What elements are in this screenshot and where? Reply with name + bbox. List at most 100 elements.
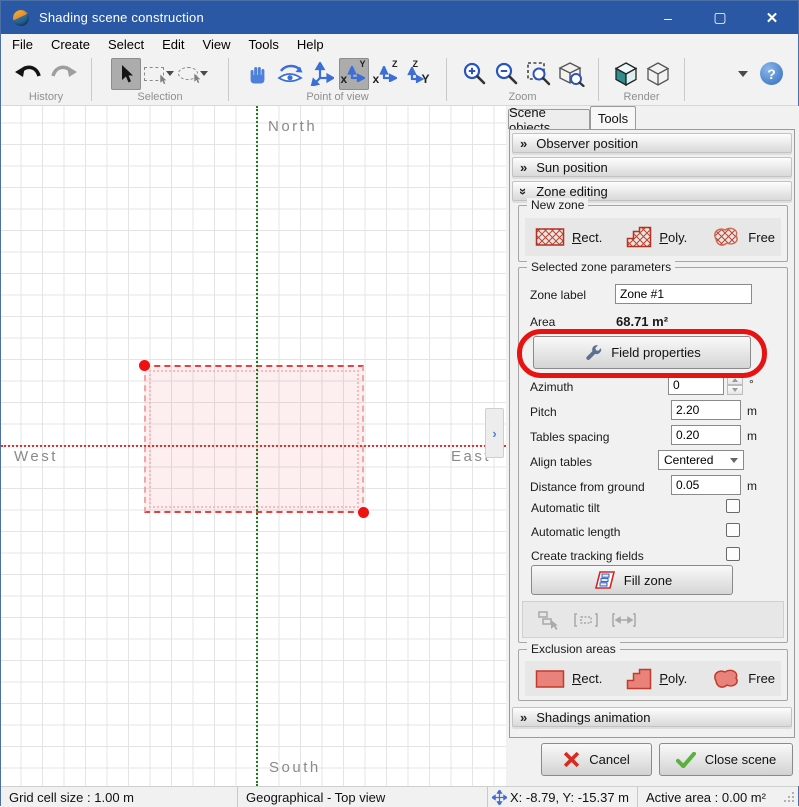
group-zoom: Zoom <box>447 54 598 106</box>
zoom-window-icon <box>526 61 552 87</box>
area-value: 68.71 m² <box>616 314 668 329</box>
pitch-input[interactable] <box>671 400 741 420</box>
view-top-button[interactable]: x Y <box>339 58 369 90</box>
tools-panel-content: » Observer position » Sun position » Zon… <box>509 129 795 738</box>
zone-rectangle[interactable] <box>144 365 364 513</box>
menu-view[interactable]: View <box>194 34 240 54</box>
zone-handle-bottom-right[interactable] <box>358 507 369 518</box>
zoom-in-button[interactable] <box>460 58 490 90</box>
zoom-out-icon <box>494 61 520 87</box>
field-properties-label: Field properties <box>611 345 701 360</box>
menu-tools[interactable]: Tools <box>239 34 287 54</box>
cancel-button[interactable]: Cancel <box>541 743 652 776</box>
fill-zone-button[interactable]: Fill zone <box>531 565 733 595</box>
exclusion-poly-button[interactable]: Poly. <box>626 668 687 690</box>
view-front-button[interactable]: x Z <box>371 58 401 90</box>
azimuth-spinner[interactable] <box>727 375 743 395</box>
zone-selection-outline <box>149 370 359 508</box>
zone-parameters-group-title: Selected zone parameters <box>527 260 675 274</box>
section-observer-position[interactable]: » Observer position <box>512 133 792 153</box>
menu-file[interactable]: File <box>3 34 42 54</box>
hatched-blob-icon <box>711 226 741 248</box>
menu-edit[interactable]: Edit <box>153 34 193 54</box>
selection-group-label: Selection <box>92 91 228 106</box>
exclusion-areas-group: Exclusion areas Rect. Poly. Free <box>518 649 788 701</box>
render-solid-button[interactable] <box>611 58 641 90</box>
undo-button[interactable] <box>13 58 45 90</box>
area-caption: Area <box>530 315 555 329</box>
titlebar: Shading scene construction – ▢ ✕ <box>1 1 798 34</box>
group-selection: Selection <box>92 54 228 106</box>
exclusion-poly-label: Poly. <box>659 671 687 686</box>
tab-scene-objects[interactable]: Scene objects <box>508 109 590 129</box>
exclusion-free-button[interactable]: Free <box>711 668 775 690</box>
tab-tools[interactable]: Tools <box>590 106 636 129</box>
render-wireframe-button[interactable] <box>643 58 673 90</box>
section-shadings-animation[interactable]: » Shadings animation <box>512 707 792 727</box>
distance-ground-input[interactable] <box>671 475 741 495</box>
new-zone-poly-label: Poly. <box>659 230 687 245</box>
lasso-select-dropdown-icon[interactable] <box>200 71 208 76</box>
lasso-select-button[interactable] <box>177 58 209 90</box>
new-zone-rect-button[interactable]: Rect. <box>535 227 602 247</box>
zone-label-caption: Zone label <box>530 288 586 302</box>
group-misc: ? <box>685 54 797 106</box>
scene-canvas[interactable]: North South West East › <box>1 106 506 786</box>
redo-icon <box>48 62 78 86</box>
pan-button[interactable] <box>243 58 273 90</box>
zoom-all-button[interactable] <box>556 58 586 90</box>
align-tables-select[interactable]: Centered <box>658 450 744 470</box>
zone-label-input[interactable] <box>615 284 752 304</box>
redo-button[interactable] <box>47 58 79 90</box>
cancel-x-icon <box>563 751 580 768</box>
axis-arrows-icon <box>347 66 365 82</box>
automatic-tilt-checkbox[interactable] <box>726 499 740 513</box>
zoom-out-button[interactable] <box>492 58 522 90</box>
new-zone-free-label: Free <box>748 230 775 245</box>
automatic-length-checkbox[interactable] <box>726 523 740 537</box>
zone-handle-top-left[interactable] <box>139 360 150 371</box>
menu-select[interactable]: Select <box>99 34 153 54</box>
window-title: Shading scene construction <box>39 10 204 25</box>
observer-view-button[interactable] <box>275 58 305 90</box>
create-tracking-fields-checkbox[interactable] <box>726 547 740 561</box>
maximize-button[interactable]: ▢ <box>694 1 746 34</box>
tables-spacing-label: Tables spacing <box>530 430 609 444</box>
field-properties-button[interactable]: Field properties <box>533 336 751 369</box>
exclusion-rect-button[interactable]: Rect. <box>535 669 602 689</box>
compass-west-label: West <box>14 448 58 465</box>
tab-tools-label: Tools <box>598 111 628 126</box>
view-side-button[interactable]: Y Z <box>403 58 433 90</box>
azimuth-input[interactable] <box>668 375 724 395</box>
section-sun-position[interactable]: » Sun position <box>512 157 792 177</box>
table-tools-bar <box>522 601 784 638</box>
cursor-icon <box>118 64 134 84</box>
automatic-length-label: Automatic length <box>531 525 620 539</box>
azimuth-unit: ° <box>749 377 754 391</box>
menu-help[interactable]: Help <box>288 34 333 54</box>
minimize-button[interactable]: – <box>642 1 694 34</box>
axis-arrows-icon <box>379 66 397 82</box>
select-cursor-button[interactable] <box>111 58 141 90</box>
west-east-axis <box>1 445 506 447</box>
tables-spacing-input[interactable] <box>671 425 741 445</box>
panel-collapse-button[interactable]: › <box>485 408 504 458</box>
axes-3d-view-button[interactable] <box>307 58 337 90</box>
section-shadings-label: Shadings animation <box>536 710 650 725</box>
rectangle-select-button[interactable] <box>143 58 175 90</box>
zone-parameters-group: Selected zone parameters Zone label Area… <box>518 267 788 643</box>
resize-grip[interactable] <box>784 792 796 804</box>
help-button[interactable]: ? <box>760 62 783 85</box>
rect-select-dropdown-icon[interactable] <box>166 71 174 76</box>
close-scene-button[interactable]: Close scene <box>659 743 793 776</box>
section-sun-label: Sun position <box>536 160 608 175</box>
distance-ground-unit: m <box>747 479 757 493</box>
align-tables-value: Centered <box>664 453 713 467</box>
active-area-status: Active area : 0.00 m² <box>646 790 766 805</box>
menu-create[interactable]: Create <box>42 34 99 54</box>
new-zone-free-button[interactable]: Free <box>711 226 775 248</box>
zoom-window-button[interactable] <box>524 58 554 90</box>
close-button[interactable]: ✕ <box>746 1 798 34</box>
toolbar-more-dropdown-icon[interactable] <box>738 71 748 77</box>
new-zone-poly-button[interactable]: Poly. <box>626 226 687 248</box>
